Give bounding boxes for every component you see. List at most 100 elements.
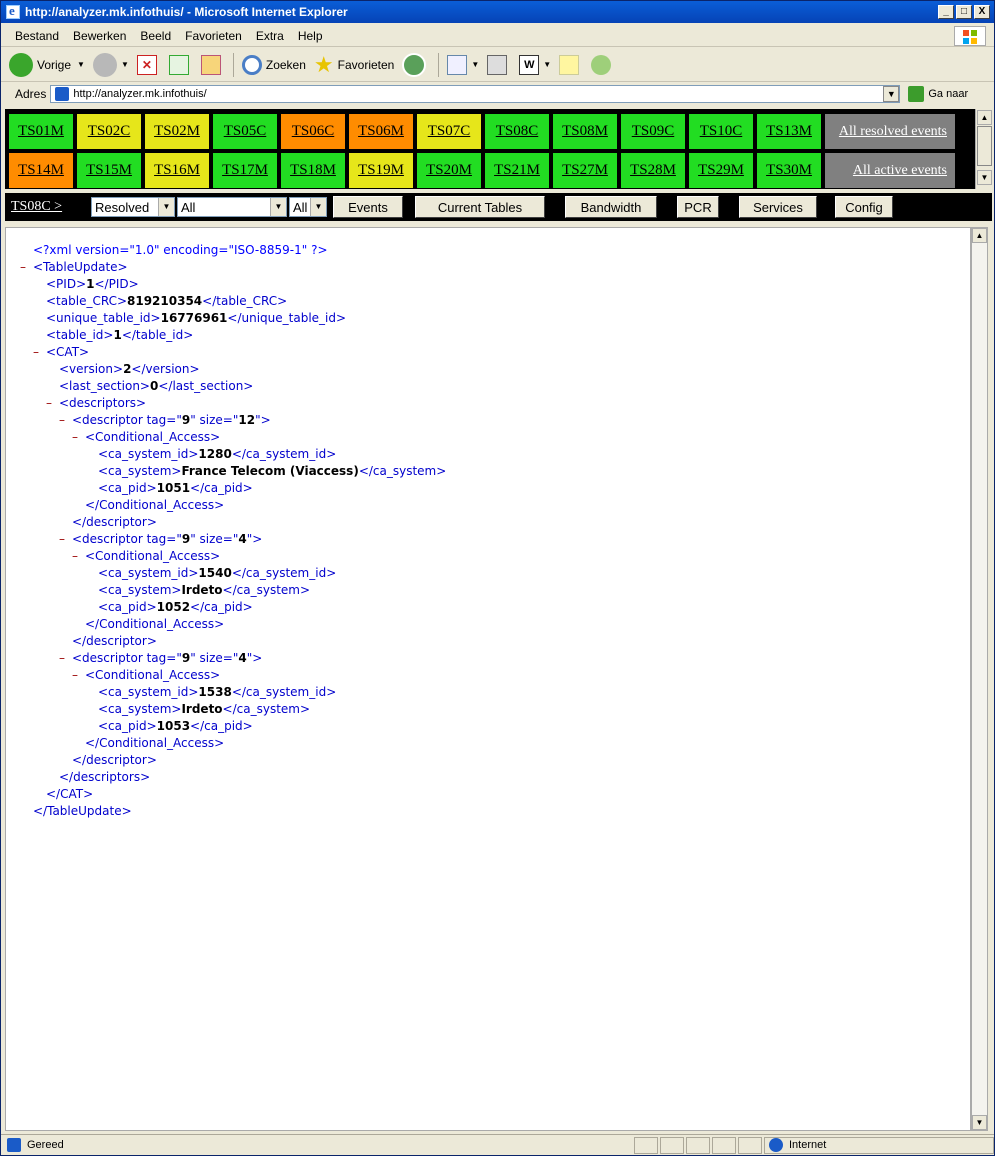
ts-link[interactable]: TS28M — [621, 153, 685, 188]
ts-link[interactable]: TS10C — [689, 114, 753, 149]
ts-link[interactable]: TS27M — [553, 153, 617, 188]
filter-select[interactable]: All ▼ — [177, 197, 287, 217]
ts-link[interactable]: All resolved events — [825, 114, 955, 149]
ts-link[interactable]: TS17M — [213, 153, 277, 188]
events-button[interactable]: Events — [333, 196, 403, 218]
ts-link[interactable]: TS13M — [757, 114, 821, 149]
xml-tag: </table_id> — [121, 328, 194, 342]
xml-tag: " size=" — [190, 651, 239, 665]
xml-tag: <version> — [59, 362, 124, 376]
close-button[interactable]: X — [974, 5, 990, 19]
stop-button[interactable]: ✕ — [136, 54, 161, 75]
mail-dropdown-icon[interactable]: ▼ — [471, 60, 479, 69]
favorites-button[interactable]: ★ Favorieten — [314, 52, 394, 78]
collapse-toggle[interactable]: – — [59, 531, 72, 548]
collapse-toggle[interactable]: – — [33, 344, 46, 361]
address-input[interactable]: http://analyzer.mk.infothuis/ ▼ — [50, 85, 901, 103]
collapse-toggle[interactable]: – — [72, 548, 85, 565]
config-button[interactable]: Config — [835, 196, 893, 218]
forward-dropdown-icon[interactable]: ▼ — [121, 60, 129, 69]
bandwidth-button[interactable]: Bandwidth — [565, 196, 657, 218]
ts-link[interactable]: TS15M — [77, 153, 141, 188]
xml-value: 16776961 — [160, 311, 228, 325]
minimize-button[interactable]: _ — [938, 5, 954, 19]
xml-tag: " size=" — [190, 413, 239, 427]
edit-button[interactable]: W ▼ — [519, 54, 551, 75]
collapse-toggle — [33, 310, 46, 327]
menu-extra[interactable]: Extra — [256, 29, 284, 43]
ts-link[interactable]: TS09C — [621, 114, 685, 149]
ts-link[interactable]: TS30M — [757, 153, 821, 188]
ts-link[interactable]: TS08M — [553, 114, 617, 149]
menu-bestand[interactable]: Bestand — [15, 29, 59, 43]
xml-tag: </ca_system_id> — [231, 685, 337, 699]
collapse-toggle[interactable]: – — [59, 650, 72, 667]
refresh-button[interactable] — [168, 54, 193, 75]
ts-link[interactable]: TS06M — [349, 114, 413, 149]
scroll-thumb[interactable] — [977, 126, 992, 166]
ts-breadcrumb[interactable]: TS08C > — [11, 199, 89, 215]
ts-link[interactable]: TS21M — [485, 153, 549, 188]
maximize-button[interactable]: □ — [956, 5, 972, 19]
address-dropdown-icon[interactable]: ▼ — [883, 86, 900, 102]
back-dropdown-icon[interactable]: ▼ — [77, 60, 85, 69]
ts-link[interactable]: TS02C — [77, 114, 141, 149]
xml-tag: </descriptor> — [72, 515, 157, 529]
xml-line: – <Conditional_Access> — [20, 429, 446, 446]
xml-line: <?xml version="1.0" encoding="ISO-8859-1… — [20, 242, 446, 259]
filter2-select[interactable]: All ▼ — [289, 197, 327, 217]
collapse-toggle — [85, 599, 98, 616]
xml-tag: <ca_system_id> — [98, 447, 199, 461]
ts-link[interactable]: TS14M — [9, 153, 73, 188]
menu-bewerken[interactable]: Bewerken — [73, 29, 126, 43]
ts-link[interactable]: TS08C — [485, 114, 549, 149]
ts-link[interactable]: TS20M — [417, 153, 481, 188]
top-frame-scrollbar[interactable]: ▲ ▼ — [975, 109, 992, 189]
ts-link[interactable]: TS02M — [145, 114, 209, 149]
menu-help[interactable]: Help — [298, 29, 323, 43]
collapse-toggle[interactable]: – — [20, 259, 33, 276]
print-button[interactable] — [487, 54, 511, 75]
scroll-down-icon[interactable]: ▼ — [972, 1115, 987, 1130]
services-button[interactable]: Services — [739, 196, 817, 218]
ts-link[interactable]: TS01M — [9, 114, 73, 149]
back-label: Vorige — [37, 57, 72, 72]
forward-button[interactable]: ▼ — [92, 52, 129, 77]
xml-value: Irdeto — [181, 583, 223, 597]
collapse-toggle[interactable]: – — [59, 412, 72, 429]
scroll-up-icon[interactable]: ▲ — [977, 110, 992, 125]
search-button[interactable]: Zoeken — [241, 54, 306, 75]
xml-line: </Conditional_Access> — [20, 497, 446, 514]
ts-link[interactable]: TS16M — [145, 153, 209, 188]
ts-link[interactable]: TS07C — [417, 114, 481, 149]
collapse-toggle[interactable]: – — [46, 395, 59, 412]
xml-value: 1052 — [156, 600, 191, 614]
ts-link[interactable]: TS05C — [213, 114, 277, 149]
history-icon — [402, 52, 427, 77]
ts-link[interactable]: TS06C — [281, 114, 345, 149]
ts-link[interactable]: TS19M — [349, 153, 413, 188]
pcr-button[interactable]: PCR — [677, 196, 719, 218]
scroll-up-icon[interactable]: ▲ — [972, 228, 987, 243]
home-button[interactable] — [200, 54, 225, 75]
menu-favorieten[interactable]: Favorieten — [185, 29, 242, 43]
xml-tag: <ca_system_id> — [98, 566, 199, 580]
ts-link[interactable]: TS29M — [689, 153, 753, 188]
menu-beeld[interactable]: Beeld — [140, 29, 171, 43]
state-select[interactable]: Resolved ▼ — [91, 197, 175, 217]
collapse-toggle[interactable]: – — [72, 429, 85, 446]
ts-link[interactable]: TS18M — [281, 153, 345, 188]
mail-button[interactable]: ▼ — [447, 54, 479, 75]
content-scrollbar[interactable]: ▲ ▼ — [971, 227, 988, 1131]
ts-link[interactable]: All active events — [825, 153, 955, 188]
edit-dropdown-icon[interactable]: ▼ — [543, 60, 551, 69]
collapse-toggle[interactable]: – — [72, 667, 85, 684]
scroll-down-icon[interactable]: ▼ — [977, 170, 992, 185]
discuss-button[interactable] — [559, 54, 583, 75]
current-tables-button[interactable]: Current Tables — [415, 196, 545, 218]
ie-icon — [6, 3, 20, 19]
history-button[interactable] — [402, 52, 430, 77]
messenger-button[interactable] — [591, 54, 615, 75]
go-button[interactable]: Ga naar — [908, 86, 968, 102]
back-button[interactable]: Vorige ▼ — [9, 52, 85, 77]
